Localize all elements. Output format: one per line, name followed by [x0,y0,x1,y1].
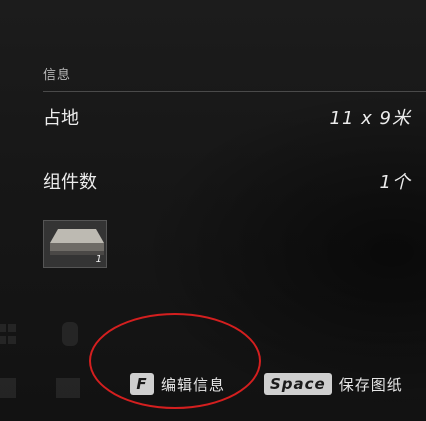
faded-element [8,336,16,344]
area-row: 占地 11 x 9米 [43,104,411,130]
faded-element [62,322,78,346]
faded-element [0,336,6,344]
edit-info-hint[interactable]: F 编辑信息 [130,373,225,395]
area-label: 占地 [43,108,79,129]
area-value: 11 x 9米 [329,108,411,129]
parts-value: 1个 [379,172,411,193]
info-section-title: 信息 [43,68,72,83]
parts-row: 组件数 1个 [43,168,411,194]
space-key-icon: Space [264,373,332,395]
f-key-icon: F [130,373,154,395]
faded-element [0,324,6,332]
divider [43,91,426,92]
faded-element [8,324,16,332]
faded-element [0,378,16,398]
component-thumbnail[interactable]: 1 [43,220,107,268]
edit-info-label: 编辑信息 [161,375,226,394]
faded-element [56,378,80,398]
save-blueprint-hint[interactable]: Space 保存图纸 [264,373,403,395]
thumbnail-count: 1 [95,254,102,265]
save-blueprint-label: 保存图纸 [338,375,403,394]
parts-label: 组件数 [43,172,97,193]
